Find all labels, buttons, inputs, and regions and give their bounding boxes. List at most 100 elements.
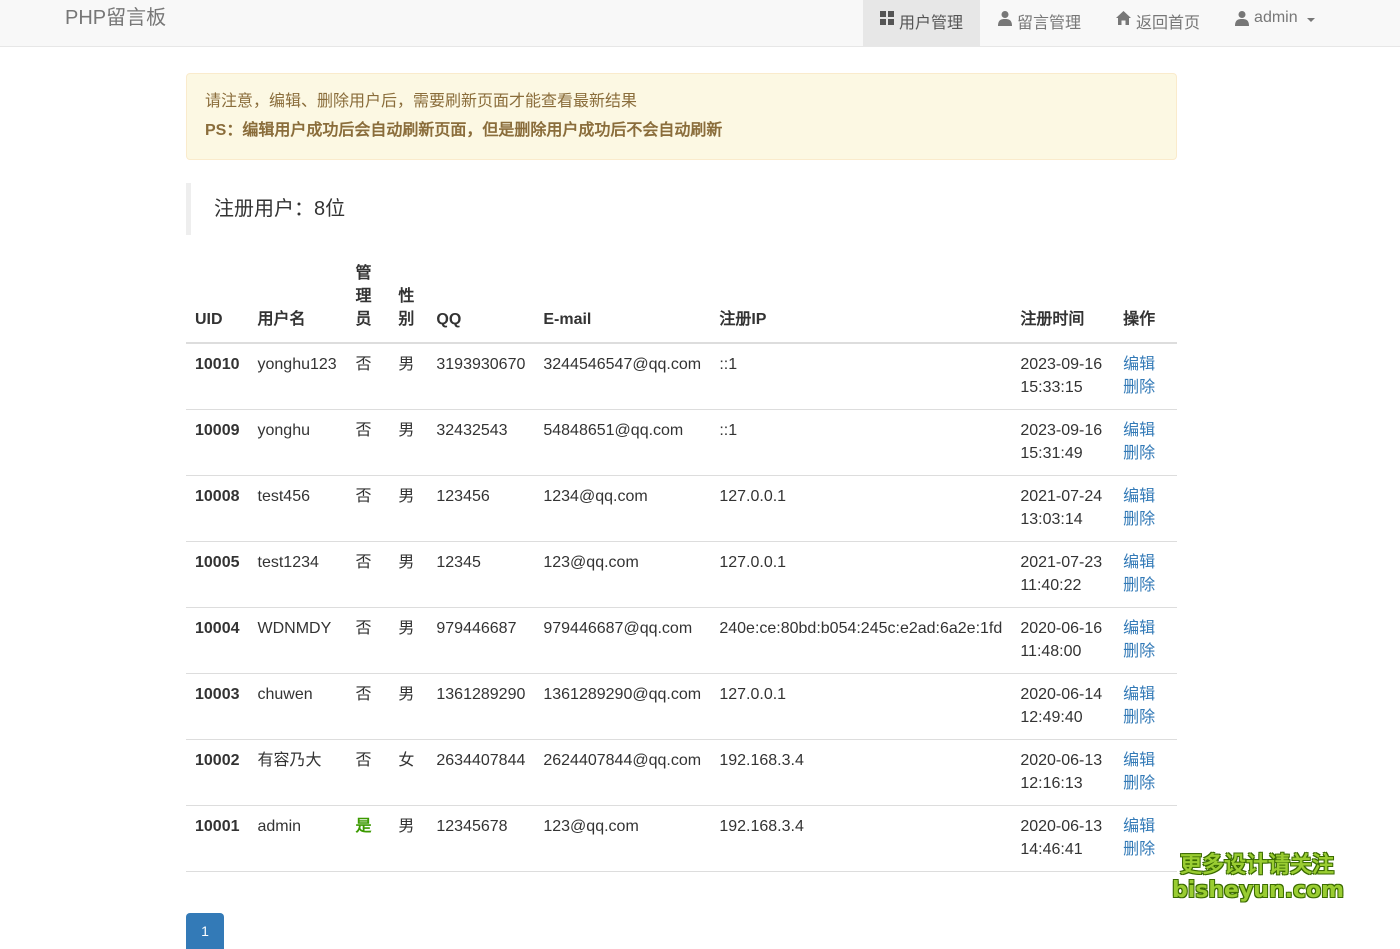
alert-line1: 请注意，编辑、删除用户后，需要刷新页面才能查看最新结果 — [205, 93, 638, 110]
cell-username: admin — [248, 805, 347, 872]
cell-username: chuwen — [248, 673, 347, 740]
cell-ip: 240e:ce:80bd:b054:245c:e2ad:6a2e:1fd — [710, 607, 1012, 674]
cell-admin: 否 — [346, 541, 390, 608]
register-clock: 13:03:14 — [1020, 511, 1083, 528]
cell-gender: 女 — [389, 739, 428, 806]
cell-qq: 12345678 — [427, 805, 535, 872]
cell-email: 3244546547@qq.com — [543, 356, 702, 373]
navbar: PHP留言板 用户管理 留言管理 返回首页 admin — [0, 0, 1400, 47]
header-admin-char: 管 — [355, 265, 372, 282]
delete-user-link[interactable]: 删除 — [1123, 376, 1168, 399]
nav-user-dropdown[interactable]: admin — [1217, 0, 1332, 47]
nav-home[interactable]: 返回首页 — [1098, 0, 1217, 47]
cell-username: 有容乃大 — [248, 739, 347, 806]
table-row: 10009 yonghu 否男 32432543 54848651@qq.com::1 2… — [186, 409, 1177, 476]
register-clock: 15:31:49 — [1020, 445, 1083, 462]
cell-uid: 10001 — [186, 805, 249, 872]
table-row: 10010 yonghu123 否 男 3193930670 3244546547@qq.… — [186, 343, 1177, 410]
register-date: 2023-09-16 — [1020, 356, 1103, 373]
cell-email: 54848651@qq.com — [534, 409, 711, 476]
cell-ip: 192.168.3.4 — [710, 739, 1012, 806]
register-clock: 12:16:13 — [1020, 775, 1083, 792]
cell-actions: 编辑 删除 — [1114, 673, 1177, 740]
watermark: 更多设计请关注 bisheyun.com — [1172, 852, 1345, 904]
user-table: UID 用户名 管 理 员 性 别 QQ E-mail 注册IP 注册时间 操作… — [186, 262, 1177, 872]
user-icon — [1235, 11, 1250, 26]
cell-qq: 12345 — [427, 541, 535, 608]
table-row: 10004 WDNMDY 否男 979446687 979446687@qq.com 24… — [186, 607, 1177, 674]
edit-user-link[interactable]: 编辑 — [1123, 749, 1168, 772]
cell-uid: 10002 — [186, 739, 249, 806]
edit-user-link[interactable]: 编辑 — [1123, 617, 1168, 640]
edit-user-link[interactable]: 编辑 — [1123, 815, 1168, 838]
cell-username: yonghu — [248, 409, 347, 476]
nav-menu: 用户管理 留言管理 返回首页 admin — [863, 0, 1332, 47]
cell-admin: 否 — [346, 409, 390, 476]
table-row: 10001 admin 是男 12345678 123@qq.com 192.168.3.… — [186, 805, 1177, 872]
cell-register-time: 2020-06-14 12:49:40 — [1011, 673, 1115, 740]
delete-user-link[interactable]: 删除 — [1123, 574, 1168, 597]
warning-alert: 请注意，编辑、删除用户后，需要刷新页面才能查看最新结果 PS：编辑用户成功后会自… — [186, 73, 1177, 160]
cell-username: test1234 — [248, 541, 347, 608]
cell-register-time: 2023-09-16 15:33:15 — [1011, 343, 1114, 410]
delete-user-link[interactable]: 删除 — [1123, 508, 1168, 531]
nav-user-manage[interactable]: 用户管理 — [863, 0, 981, 47]
edit-user-link[interactable]: 编辑 — [1123, 419, 1168, 442]
cell-admin: 否 — [346, 673, 390, 740]
header-admin: 管 理 员 — [346, 262, 390, 344]
header-time: 注册时间 — [1011, 262, 1115, 344]
watermark-line2: bisheyun.com — [1172, 878, 1345, 903]
edit-user-link[interactable]: 编辑 — [1123, 353, 1168, 376]
delete-user-link[interactable]: 删除 — [1123, 838, 1168, 861]
table-row: 10008 test456 否男 123456 1234@qq.com 127.0.0.1… — [186, 475, 1177, 542]
delete-user-link[interactable]: 删除 — [1123, 442, 1168, 465]
chevron-down-icon — [1306, 18, 1315, 22]
register-clock: 11:40:22 — [1020, 577, 1082, 594]
cell-ip: 127.0.0.1 — [710, 541, 1012, 608]
header-uid: UID — [186, 262, 249, 344]
cell-qq: 1361289290 — [427, 673, 535, 740]
cell-register-time: 2020-06-13 14:46:41 — [1011, 805, 1115, 872]
user-count-summary: 注册用户：8位 — [186, 183, 1177, 235]
cell-gender: 男 — [398, 356, 415, 373]
brand-logo[interactable]: PHP留言板 — [65, 6, 166, 30]
delete-user-link[interactable]: 删除 — [1123, 640, 1168, 663]
cell-username: WDNMDY — [248, 607, 347, 674]
cell-actions: 编辑 删除 — [1114, 739, 1177, 806]
cell-email: 123@qq.com — [534, 805, 711, 872]
delete-user-link[interactable]: 删除 — [1123, 772, 1168, 795]
cell-ip: ::1 — [719, 356, 738, 373]
cell-ip: ::1 — [710, 409, 1012, 476]
table-header-row: UID 用户名 管 理 员 性 别 QQ E-mail 注册IP 注册时间 操作 — [186, 262, 1177, 344]
cell-username: test456 — [248, 475, 347, 542]
header-qq: QQ — [427, 262, 535, 344]
nav-home-label: 返回首页 — [1136, 15, 1201, 32]
cell-email: 1361289290@qq.com — [534, 673, 711, 740]
cell-uid: 10009 — [186, 409, 249, 476]
nav-user-manage-label: 用户管理 — [899, 15, 964, 32]
cell-ip: 127.0.0.1 — [710, 475, 1012, 542]
table-row: 10003 chuwen 否男 1361289290 1361289290@qq.com… — [186, 673, 1177, 740]
cell-actions: 编辑 删除 — [1114, 409, 1177, 476]
cell-email: 1234@qq.com — [534, 475, 711, 542]
cell-register-time: 2021-07-24 13:03:14 — [1011, 475, 1115, 542]
delete-user-link[interactable]: 删除 — [1123, 706, 1168, 729]
table-row: 10005 test1234 否男 12345 123@qq.com 127.0.0.1 2… — [186, 541, 1177, 608]
table-row: 10002 有容乃大否女 2634407844 2624407844@qq.com 19… — [186, 739, 1177, 806]
cell-ip: 127.0.0.1 — [710, 673, 1012, 740]
edit-user-link[interactable]: 编辑 — [1123, 485, 1168, 508]
cell-actions: 编辑 删除 — [1114, 541, 1177, 608]
cell-email: 2624407844@qq.com — [534, 739, 711, 806]
header-admin-char: 员 — [355, 311, 372, 328]
cell-register-time: 2023-09-16 15:31:49 — [1011, 409, 1115, 476]
register-clock: 14:46:41 — [1020, 841, 1083, 858]
edit-user-link[interactable]: 编辑 — [1123, 551, 1168, 574]
header-gender-char: 性 — [398, 288, 415, 305]
cell-gender: 男 — [389, 673, 428, 740]
register-date: 2020-06-14 — [1020, 686, 1103, 703]
edit-user-link[interactable]: 编辑 — [1123, 683, 1168, 706]
home-icon — [1116, 11, 1132, 25]
cell-register-time: 2020-06-16 11:48:00 — [1011, 607, 1115, 674]
nav-message-manage[interactable]: 留言管理 — [980, 0, 1098, 47]
pagination-page-button[interactable]: 1 — [186, 913, 224, 949]
